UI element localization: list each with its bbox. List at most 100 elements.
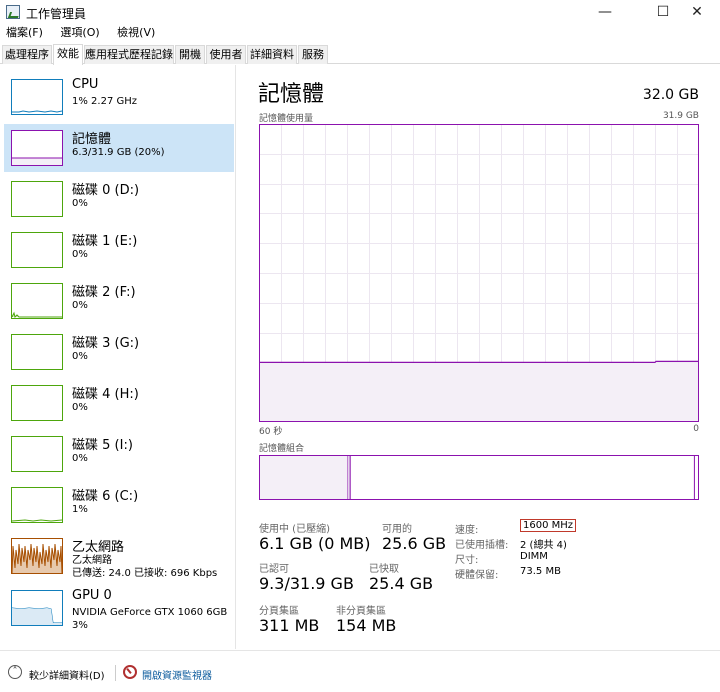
resource-memory[interactable]: 記憶體 6.3/31.9 GB (20%) xyxy=(4,124,234,172)
network-graph-thumbnail xyxy=(11,538,63,574)
resource-title: 磁碟 5 (I:) xyxy=(72,438,133,453)
nonpaged-pool-label: 非分頁集區 xyxy=(336,606,386,617)
tab-bar: 處理程序 效能 應用程式歷程記錄 開機 使用者 詳細資料 服務 xyxy=(0,44,720,65)
resource-title: GPU 0 xyxy=(72,588,112,603)
paged-pool-label: 分頁集區 xyxy=(259,606,299,617)
resource-disk-3[interactable]: 磁碟 3 (G:) 0% xyxy=(4,328,234,376)
disk-graph-thumbnail xyxy=(11,487,63,523)
tab-processes[interactable]: 處理程序 xyxy=(2,45,52,64)
available-label: 可用的 xyxy=(382,524,412,535)
nonpaged-pool-value: 154 MB xyxy=(336,616,397,635)
tab-services[interactable]: 服務 xyxy=(298,45,328,64)
open-resource-monitor-link[interactable]: 開啟資源監視器 xyxy=(142,667,212,682)
resource-title: 磁碟 6 (C:) xyxy=(72,489,139,504)
composition-in-use xyxy=(260,456,348,499)
resource-subtitle: 0% xyxy=(72,402,88,413)
resource-monitor-icon[interactable] xyxy=(123,665,137,679)
tab-users[interactable]: 使用者 xyxy=(206,45,246,64)
memory-usage-label: 記憶體使用量 xyxy=(259,114,314,124)
title-bar: 工作管理員 — ☐ ✕ xyxy=(0,0,720,24)
speed-value: 1600 MHz xyxy=(520,519,577,532)
resource-disk-2[interactable]: 磁碟 2 (F:) 0% xyxy=(4,277,234,325)
time-axis-end: 0 xyxy=(693,424,699,434)
disk-graph-thumbnail xyxy=(11,232,63,268)
form-factor-value: DIMM xyxy=(520,551,548,562)
resource-title: 磁碟 3 (G:) xyxy=(72,336,140,351)
page-title: 記憶體 xyxy=(258,82,325,107)
menu-file[interactable]: 檔案(F) xyxy=(6,24,43,42)
composition-standby xyxy=(351,456,695,499)
in-use-value: 6.1 GB (0 MB) xyxy=(259,534,371,553)
gpu-model-name: NVIDIA GeForce GTX 1060 6GB xyxy=(72,607,228,618)
memory-composition-label: 記憶體組合 xyxy=(259,444,305,454)
footer: ˄ 較少詳細資料(D) 開啟資源監視器 xyxy=(0,650,720,692)
form-factor-label: 尺寸: xyxy=(455,555,479,566)
disk-graph-thumbnail xyxy=(11,283,63,319)
fewer-details-link[interactable]: 較少詳細資料(D) xyxy=(29,667,105,682)
hardware-reserved-label: 硬體保留: xyxy=(455,570,499,581)
resource-cpu[interactable]: CPU 1% 2.27 GHz xyxy=(4,73,234,121)
ethernet-adapter-name: 乙太網路 xyxy=(72,555,112,566)
disk-graph-thumbnail xyxy=(11,181,63,217)
resource-subtitle: 6.3/31.9 GB (20%) xyxy=(72,147,165,158)
hardware-reserved-value: 73.5 MB xyxy=(520,566,561,577)
window-title: 工作管理員 xyxy=(26,7,87,21)
resource-disk-0[interactable]: 磁碟 0 (D:) 0% xyxy=(4,175,234,223)
resource-subtitle: 0% xyxy=(72,351,88,362)
resource-subtitle: 1% 2.27 GHz xyxy=(72,96,138,107)
resource-subtitle: 0% xyxy=(72,300,88,311)
slots-value: 2 (總共 4) xyxy=(520,540,567,551)
resource-disk-4[interactable]: 磁碟 4 (H:) 0% xyxy=(4,379,234,427)
resource-subtitle: 1% xyxy=(72,504,88,515)
resource-title: 磁碟 4 (H:) xyxy=(72,387,139,402)
resource-title: 磁碟 1 (E:) xyxy=(72,234,138,249)
resource-subtitle: NVIDIA GeForce GTX 1060 6GB 3% xyxy=(72,606,227,632)
time-axis-start: 60 秒 xyxy=(259,427,283,437)
memory-graph-thumbnail xyxy=(11,130,63,166)
menu-bar: 檔案(F) 選項(O) 檢視(V) xyxy=(0,24,720,42)
resource-subtitle: 0% xyxy=(72,198,88,209)
speed-value-text: 1600 MHz xyxy=(520,519,577,532)
cached-value: 25.4 GB xyxy=(369,574,434,593)
chevron-up-icon[interactable]: ˄ xyxy=(8,665,22,679)
available-value: 25.6 GB xyxy=(382,534,447,553)
close-button[interactable]: ✕ xyxy=(674,0,720,24)
resource-title: 磁碟 0 (D:) xyxy=(72,183,140,198)
ethernet-throughput: 已傳送: 24.0 已接收: 696 Kbps xyxy=(72,568,218,579)
tab-app-history[interactable]: 應用程式歷程記錄 xyxy=(84,45,174,64)
cached-label: 已快取 xyxy=(369,564,399,575)
menu-options[interactable]: 選項(O) xyxy=(60,24,99,42)
speed-label: 速度: xyxy=(455,525,479,536)
in-use-label: 使用中 (已壓縮) xyxy=(259,524,330,535)
gpu-graph-thumbnail xyxy=(11,590,63,626)
resource-disk-1[interactable]: 磁碟 1 (E:) 0% xyxy=(4,226,234,274)
disk-graph-thumbnail xyxy=(11,334,63,370)
resource-ethernet[interactable]: 乙太網路 乙太網路已傳送: 24.0 已接收: 696 Kbps xyxy=(4,532,234,580)
resource-list: CPU 1% 2.27 GHz 記憶體 6.3/31.9 GB (20%) 磁碟… xyxy=(0,65,236,649)
tab-details[interactable]: 詳細資料 xyxy=(247,45,297,64)
resource-disk-6[interactable]: 磁碟 6 (C:) 1% xyxy=(4,481,234,529)
task-manager-icon xyxy=(6,5,20,19)
memory-total: 32.0 GB xyxy=(642,87,699,103)
disk-graph-thumbnail xyxy=(11,385,63,421)
resource-subtitle: 乙太網路已傳送: 24.0 已接收: 696 Kbps xyxy=(72,554,217,580)
minimize-button[interactable]: — xyxy=(582,0,628,24)
resource-title: 記憶體 xyxy=(72,132,112,147)
tab-performance[interactable]: 效能 xyxy=(53,44,83,65)
resource-subtitle: 0% xyxy=(72,453,88,464)
resource-title: 乙太網路 xyxy=(72,540,125,555)
memory-usage-area xyxy=(260,362,698,421)
resource-subtitle: 0% xyxy=(72,249,88,260)
footer-divider xyxy=(115,665,116,681)
resource-title: 磁碟 2 (F:) xyxy=(72,285,136,300)
resource-disk-5[interactable]: 磁碟 5 (I:) 0% xyxy=(4,430,234,478)
committed-label: 已認可 xyxy=(259,564,289,575)
memory-usage-chart xyxy=(259,124,699,422)
menu-view[interactable]: 檢視(V) xyxy=(117,24,155,42)
resource-gpu[interactable]: GPU 0 NVIDIA GeForce GTX 1060 6GB 3% xyxy=(4,584,234,632)
committed-value: 9.3/31.9 GB xyxy=(259,574,354,593)
gpu-usage: 3% xyxy=(72,620,88,631)
tab-startup[interactable]: 開機 xyxy=(175,45,205,64)
cpu-graph-thumbnail xyxy=(11,79,63,115)
paged-pool-value: 311 MB xyxy=(259,616,320,635)
